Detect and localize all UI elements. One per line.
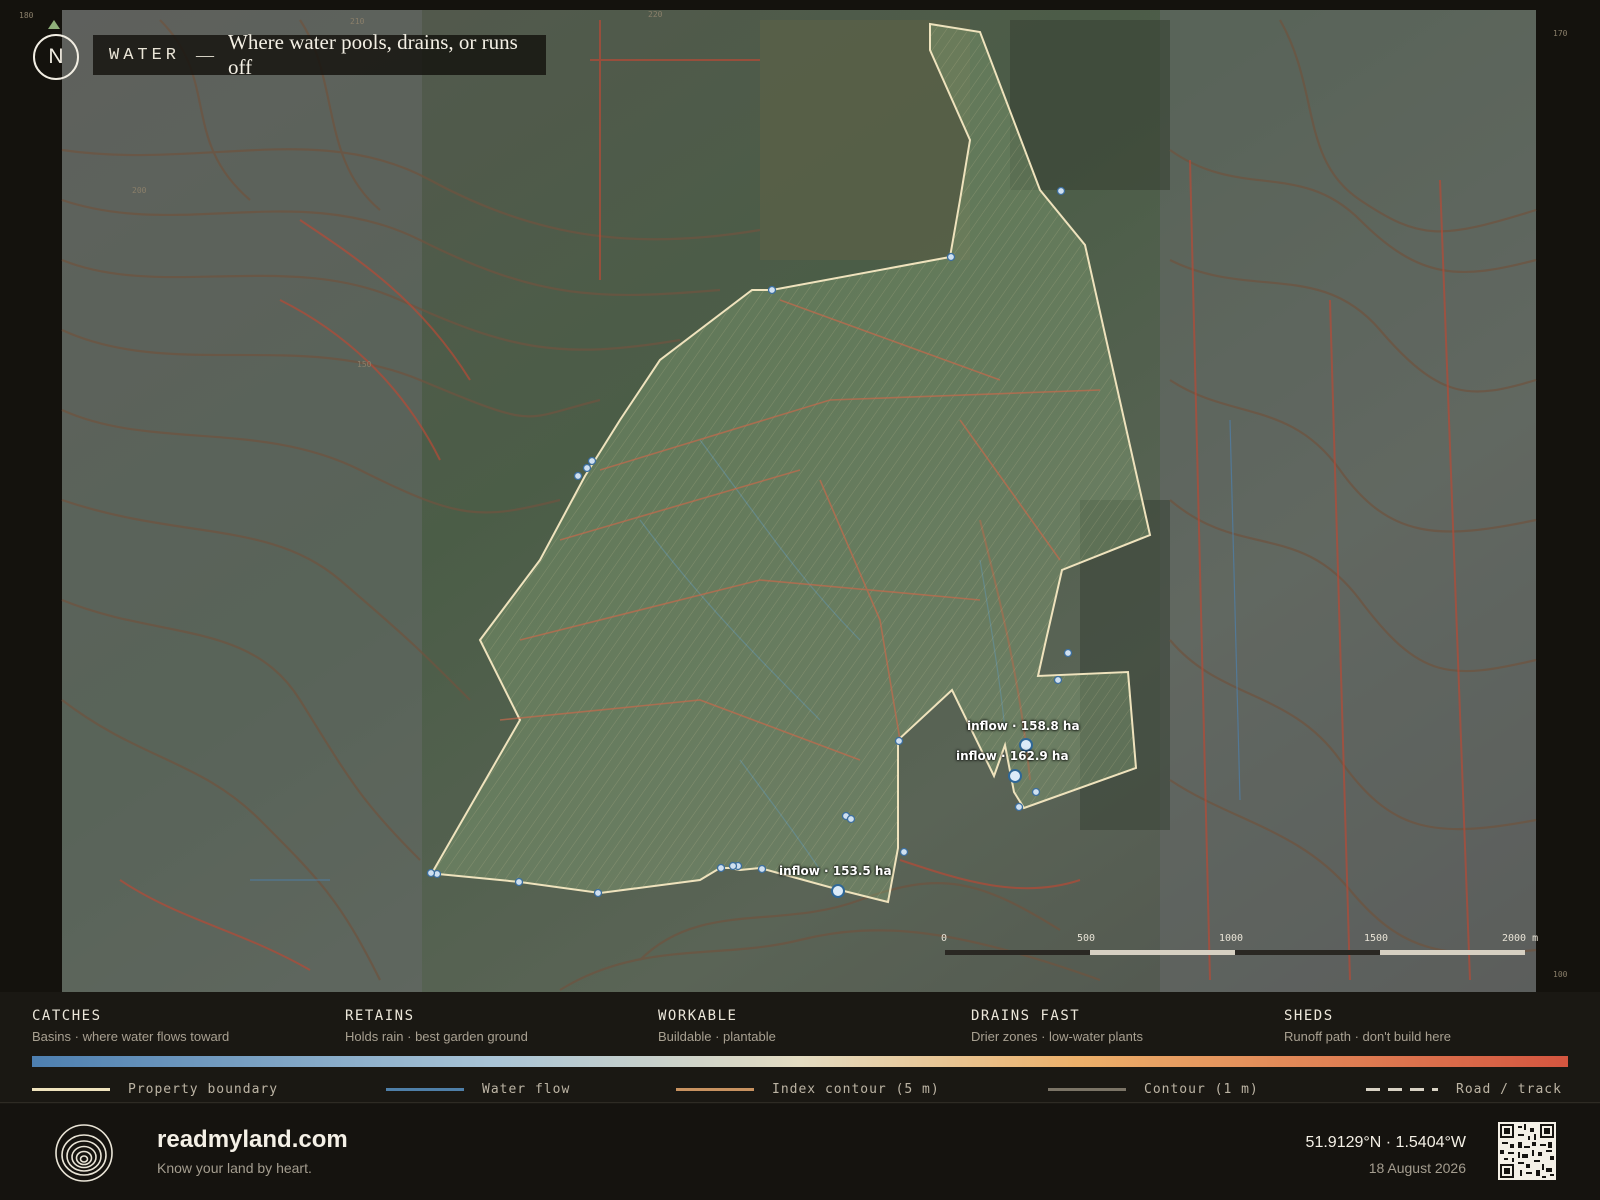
- edge-tick: 150: [357, 360, 372, 369]
- key-label: Water flow: [482, 1082, 571, 1097]
- north-arrow-icon: [48, 20, 60, 29]
- category-description: Basins · where water flows toward: [32, 1029, 230, 1044]
- road-track-swatch: [1366, 1088, 1438, 1091]
- category-description: Buildable · plantable: [658, 1029, 776, 1044]
- north-indicator: N: [33, 34, 79, 80]
- legend-panel: CATCHES Basins · where water flows towar…: [0, 992, 1600, 1104]
- coordinates: 51.9129°N · 1.5404°W: [1305, 1134, 1466, 1151]
- legend-divider: [0, 1102, 1600, 1103]
- brand-name[interactable]: readmyland.com: [157, 1126, 348, 1154]
- property-boundary-swatch: [32, 1088, 110, 1091]
- key-contour: Contour (1 m): [1048, 1082, 1259, 1097]
- key-index-contour: Index contour (5 m): [676, 1082, 940, 1097]
- scale-label: 1500: [1364, 933, 1389, 944]
- edge-tick: 180: [19, 11, 34, 20]
- brand-tagline: Know your land by heart.: [157, 1160, 312, 1176]
- legend-category-drains-fast: DRAINS FAST Drier zones · low-water plan…: [971, 1008, 1143, 1044]
- inflow-point-2: [1008, 769, 1022, 783]
- layer-description: Where water pools, drains, or runs off: [228, 30, 518, 79]
- key-road-track: Road / track: [1366, 1082, 1562, 1097]
- category-description: Runoff path · don't build here: [1284, 1029, 1452, 1044]
- edge-tick: 220: [648, 10, 663, 19]
- inflow-label: inflow · 153.5 ha: [779, 864, 892, 878]
- layer-title: WATER — Where water pools, drains, or ru…: [93, 30, 546, 79]
- key-label: Index contour (5 m): [772, 1082, 940, 1097]
- dark-field-ne: [1010, 20, 1170, 190]
- map-canvas[interactable]: [0, 0, 1600, 992]
- edge-tick: 100: [1553, 970, 1568, 979]
- key-water-flow: Water flow: [386, 1082, 570, 1097]
- north-label: N: [48, 45, 64, 68]
- edge-tick: 200: [132, 186, 147, 195]
- legend-category-retains: RETAINS Holds rain · best garden ground: [345, 1008, 528, 1044]
- qr-code-icon[interactable]: [1498, 1122, 1556, 1180]
- layer-name: WATER: [109, 45, 181, 65]
- index-contour-swatch: [676, 1088, 754, 1091]
- legend-category-workable: WORKABLE Buildable · plantable: [658, 1008, 776, 1044]
- edge-tick: 210: [350, 17, 365, 26]
- footer: readmyland.com Know your land by heart. …: [0, 1104, 1600, 1200]
- inflow-point-3: [831, 884, 845, 898]
- category-name: RETAINS: [345, 1008, 415, 1024]
- contour-swatch: [1048, 1088, 1126, 1091]
- category-name: WORKABLE: [658, 1008, 738, 1024]
- scale-label: 2000 m: [1502, 933, 1539, 944]
- category-name: CATCHES: [32, 1008, 102, 1024]
- water-index-gradient: [32, 1056, 1568, 1067]
- scale-label: 1000: [1219, 933, 1244, 944]
- scale-bar: [945, 950, 1525, 955]
- key-label: Property boundary: [128, 1082, 279, 1097]
- category-name: SHEDS: [1284, 1008, 1334, 1024]
- map-view[interactable]: 180 210 220 200 150 170 100 N WATER — Wh…: [0, 0, 1600, 992]
- category-description: Drier zones · low-water plants: [971, 1029, 1143, 1044]
- category-description: Holds rain · best garden ground: [345, 1029, 528, 1044]
- key-label: Road / track: [1456, 1082, 1562, 1097]
- legend-category-sheds: SHEDS Runoff path · don't build here: [1284, 1008, 1451, 1044]
- inflow-label: inflow · 162.9 ha: [956, 749, 1069, 763]
- legend-category-catches: CATCHES Basins · where water flows towar…: [32, 1008, 229, 1044]
- category-name: DRAINS FAST: [971, 1008, 1081, 1024]
- inflow-label: inflow · 158.8 ha: [967, 719, 1080, 733]
- key-property-boundary: Property boundary: [32, 1082, 278, 1097]
- edge-tick: 170: [1553, 29, 1568, 38]
- map-date: 18 August 2026: [1368, 1160, 1466, 1176]
- fingerprint-logo-icon: [55, 1124, 113, 1182]
- title-dash: —: [196, 44, 215, 65]
- scale-label: 500: [1077, 933, 1096, 944]
- key-label: Contour (1 m): [1144, 1082, 1259, 1097]
- right-fade: [1160, 10, 1536, 992]
- scale-label: 0: [941, 933, 948, 944]
- water-flow-swatch: [386, 1088, 464, 1091]
